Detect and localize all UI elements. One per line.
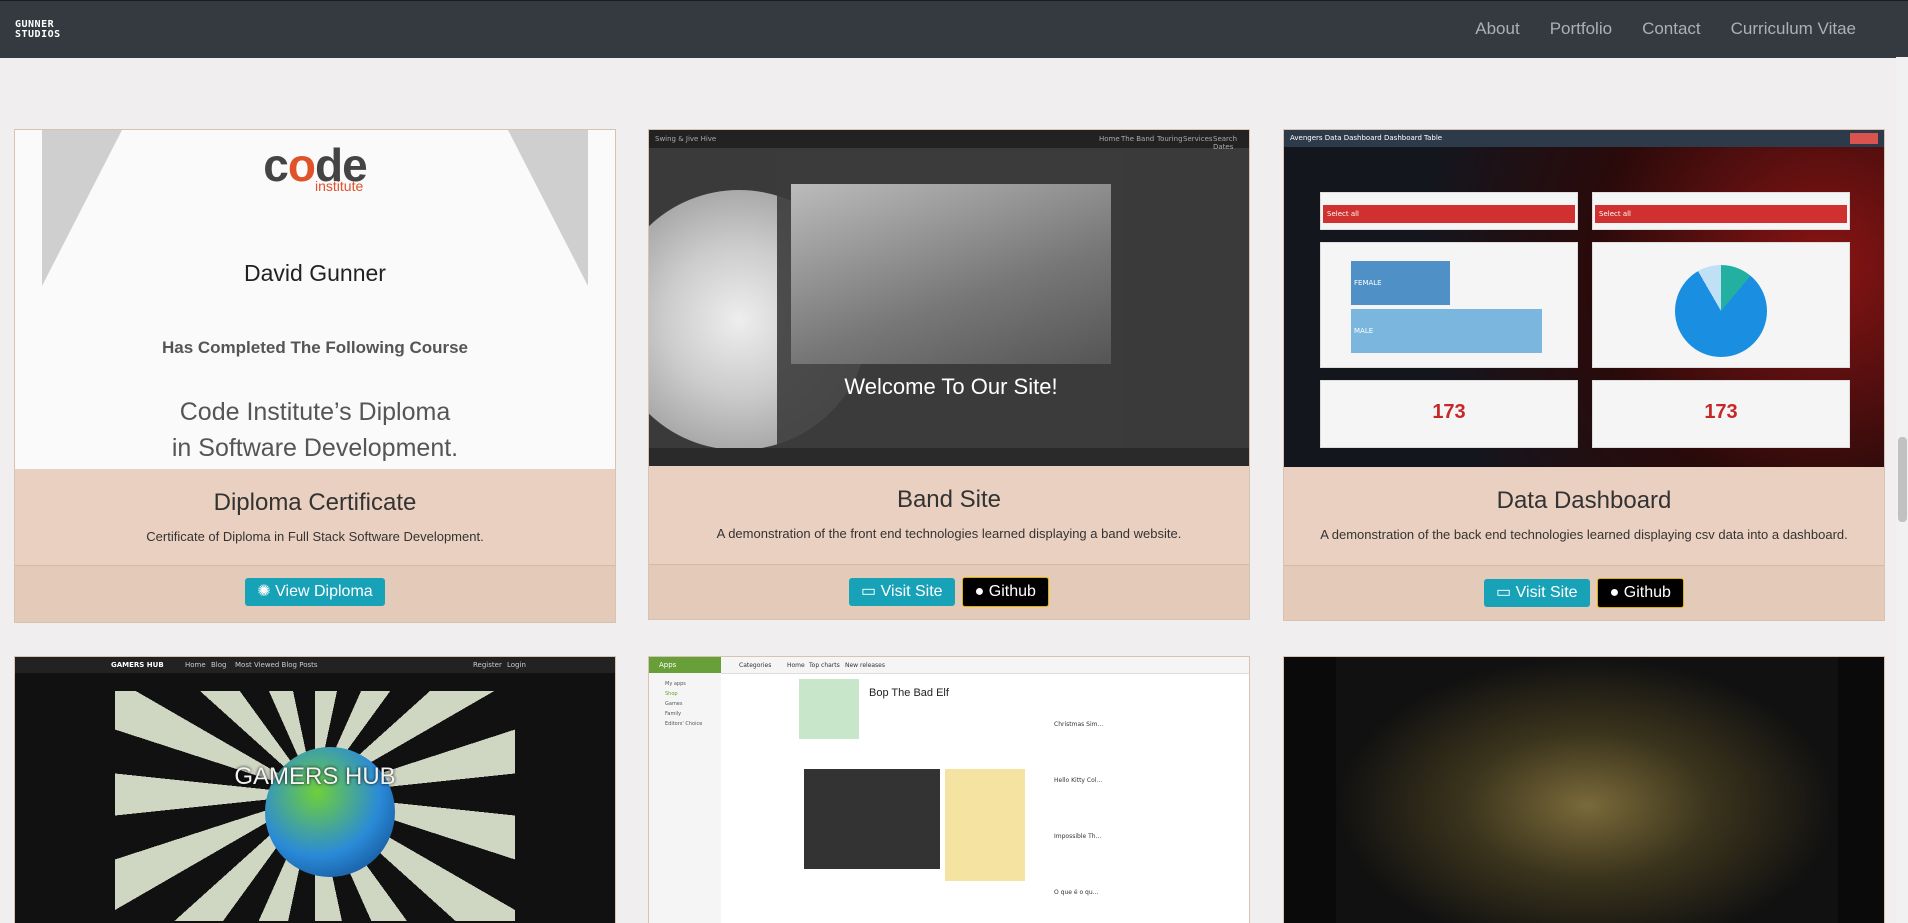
certificate-line: Has Completed The Following Course <box>161 338 469 357</box>
certificate-course: Code Institute’s Diploma in Software Dev… <box>171 398 459 462</box>
dashboard-bar-panel: FEMALE MALE <box>1320 242 1578 368</box>
card-image-band: Swing & Jive Hive Home The Band Touring … <box>649 130 1249 466</box>
app-video-thumbnail <box>804 769 940 869</box>
pie-chart <box>1675 265 1767 357</box>
portfolio-card-app: Apps Categories Home Top charts New rele… <box>648 656 1250 923</box>
dashboard-nav: Avengers Data Dashboard Dashboard Table <box>1284 130 1884 147</box>
brand-logo[interactable]: GUNNER STUDIOS <box>15 20 61 40</box>
scrollbar-thumb[interactable] <box>1898 437 1907 522</box>
similar-apps-list: Christmas Sim... Hello Kitty Col... Impo… <box>1054 721 1104 896</box>
game-scene <box>1336 657 1838 923</box>
nav-link-portfolio[interactable]: Portfolio <box>1550 19 1612 39</box>
portfolio-card-dashboard: Avengers Data Dashboard Dashboard Table … <box>1283 129 1885 621</box>
card-image-diploma: code institute David Gunner Has Complete… <box>15 130 615 469</box>
gamers-nav: GAMERS HUB Home Blog Most Viewed Blog Po… <box>15 657 615 673</box>
nav-links: About Portfolio Contact Curriculum Vitae <box>1475 19 1856 39</box>
app-title: Bop The Bad Elf <box>869 687 949 699</box>
desktop-icon: ▭ <box>861 583 877 600</box>
nav-link-about[interactable]: About <box>1475 19 1519 39</box>
portfolio-card-game <box>1283 656 1885 923</box>
game-screenshot <box>1284 657 1884 923</box>
app-store-screenshot: Apps Categories Home Top charts New rele… <box>649 657 1249 923</box>
dashboard-select-panel-1: Select all <box>1320 192 1578 230</box>
view-diploma-button[interactable]: ✺ View Diploma <box>245 578 385 606</box>
card-body: Diploma Certificate Certificate of Diplo… <box>15 469 615 567</box>
card-text: A demonstration of the front end technol… <box>716 526 1182 541</box>
page-scrollbar[interactable] <box>1896 57 1908 923</box>
card-image-app: Apps Categories Home Top charts New rele… <box>649 657 1249 923</box>
nav-link-cv[interactable]: Curriculum Vitae <box>1731 19 1856 39</box>
visit-site-button[interactable]: ▭ Visit Site <box>849 578 955 606</box>
card-body: Data Dashboard A demonstration of the ba… <box>1284 467 1884 567</box>
portfolio-card-band: Swing & Jive Hive Home The Band Touring … <box>648 129 1250 620</box>
band-footer <box>649 448 1249 466</box>
app-icon <box>799 679 859 739</box>
code-institute-subtitle: institute <box>315 178 364 194</box>
gear-icon: ✺ <box>257 583 271 600</box>
card-body: Band Site A demonstration of the front e… <box>649 466 1249 566</box>
certificate-image: code institute David Gunner Has Complete… <box>15 130 615 469</box>
visit-site-button[interactable]: ▭ Visit Site <box>1484 579 1590 607</box>
card-text: Certificate of Diploma in Full Stack Sof… <box>146 529 484 544</box>
card-footer: ✺ View Diploma <box>15 565 615 622</box>
card-title: Diploma Certificate <box>213 489 417 516</box>
band-site-screenshot: Swing & Jive Hive Home The Band Touring … <box>649 130 1249 466</box>
band-carousel-image <box>791 184 1111 364</box>
band-hero-panel: Welcome To Our Site! <box>777 152 1125 454</box>
app-store-bar: Apps Categories Home Top charts New rele… <box>649 657 1249 674</box>
nav-link-contact[interactable]: Contact <box>1642 19 1701 39</box>
dashboard-pie-panel <box>1592 242 1850 368</box>
card-title: Data Dashboard <box>1496 487 1672 514</box>
github-icon: ● <box>974 583 985 600</box>
card-image-game <box>1284 657 1884 923</box>
certificate-name: David Gunner <box>244 260 386 286</box>
github-button[interactable]: ● Github <box>961 577 1049 607</box>
dashboard-select-panel-2: Select all <box>1592 192 1850 230</box>
top-navbar: GUNNER STUDIOS About Portfolio Contact C… <box>0 0 1908 58</box>
card-title: Band Site <box>896 486 1002 513</box>
card-footer: ▭ Visit Site ● Github <box>1284 565 1884 620</box>
desktop-icon: ▭ <box>1496 584 1512 601</box>
dashboard-number-panel-1: 173 <box>1320 380 1578 448</box>
band-nav: Swing & Jive Hive Home The Band Touring … <box>649 130 1249 151</box>
card-footer: ▭ Visit Site ● Github <box>649 564 1249 619</box>
app-screenshot-thumbnail <box>945 769 1025 881</box>
dashboard-number-panel-2: 173 <box>1592 380 1850 448</box>
portfolio-card-diploma: code institute David Gunner Has Complete… <box>14 129 616 623</box>
portfolio-card-gamers-hub: GAMERS HUB Home Blog Most Viewed Blog Po… <box>14 656 616 923</box>
card-image-dashboard: Avengers Data Dashboard Dashboard Table … <box>1284 130 1884 467</box>
dashboard-screenshot: Avengers Data Dashboard Dashboard Table … <box>1284 130 1884 467</box>
github-button[interactable]: ● Github <box>1596 578 1684 608</box>
band-welcome-text: Welcome To Our Site! <box>844 374 1058 399</box>
dashboard-nav-button <box>1850 133 1878 144</box>
gamers-hero-title: GAMERS HUB <box>234 763 396 790</box>
github-icon: ● <box>1609 584 1620 601</box>
card-text: A demonstration of the back end technolo… <box>1320 527 1848 542</box>
brand-line-2: STUDIOS <box>15 29 61 40</box>
gamers-hub-screenshot: GAMERS HUB Home Blog Most Viewed Blog Po… <box>15 657 615 923</box>
app-store-sidebar: My apps Shop Games Family Editors' Choic… <box>649 673 721 923</box>
card-image-gamers-hub: GAMERS HUB Home Blog Most Viewed Blog Po… <box>15 657 615 923</box>
